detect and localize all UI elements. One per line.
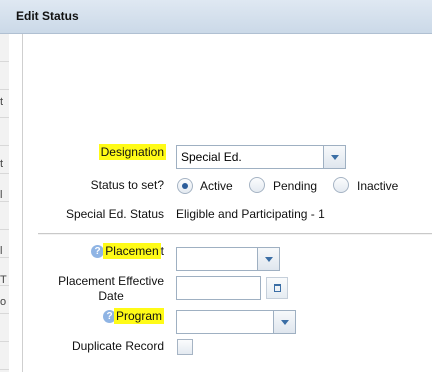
calendar-icon (274, 284, 281, 292)
dropdown-arrow-icon (265, 257, 273, 262)
designation-dropdown-button[interactable] (323, 146, 345, 168)
placement-effective-date-label-line1: Placement Effective (58, 274, 164, 288)
background-text-fragment: l (0, 189, 3, 201)
program-label-text: Program (113, 308, 164, 324)
status-inactive-radio[interactable] (333, 177, 349, 193)
background-text-fragment: l (0, 245, 3, 257)
status-to-set-label: Status to set? (90, 178, 164, 192)
status-pending-label[interactable]: Pending (273, 179, 317, 193)
background-page-strip: t t l l T o (0, 34, 9, 372)
background-text-fragment: o (0, 296, 7, 308)
placement-select[interactable] (176, 247, 280, 271)
status-active-radio[interactable] (177, 178, 193, 194)
duplicate-record-label: Duplicate Record (71, 339, 164, 353)
status-inactive-label[interactable]: Inactive (357, 179, 398, 193)
designation-select[interactable]: Special Ed. (176, 145, 346, 169)
program-label: Program (113, 308, 164, 324)
placement-effective-date-input[interactable] (176, 276, 261, 300)
designation-label: Designation (98, 144, 166, 160)
program-select[interactable] (176, 310, 296, 334)
designation-value: Special Ed. (181, 150, 242, 164)
placement-label-highlight: Placemen (103, 243, 161, 259)
section-divider (38, 233, 432, 235)
designation-label-text: Designation (98, 144, 166, 160)
background-rows (0, 34, 9, 372)
background-text-fragment: t (0, 158, 4, 170)
help-icon[interactable]: ? (91, 245, 104, 258)
placement-effective-date-label: Placement Effective Date (58, 274, 164, 304)
special-ed-status-label: Special Ed. Status (65, 207, 164, 221)
calendar-button[interactable] (266, 277, 288, 299)
placement-label: Placemen t (103, 243, 164, 259)
placement-label-tail: t (160, 244, 164, 258)
duplicate-record-checkbox[interactable] (177, 339, 193, 355)
special-ed-status-value: Eligible and Participating - 1 (176, 207, 325, 221)
placement-dropdown-button[interactable] (257, 248, 279, 270)
background-text-fragment: T (0, 274, 7, 286)
program-dropdown-button[interactable] (273, 311, 295, 333)
placement-effective-date-label-line2: Date (98, 289, 124, 303)
status-active-label[interactable]: Active (200, 179, 233, 193)
dialog-titlebar: Edit Status (0, 0, 432, 34)
dropdown-arrow-icon (281, 320, 289, 325)
dropdown-arrow-icon (331, 155, 339, 160)
status-pending-radio[interactable] (249, 177, 265, 193)
background-text-fragment: t (0, 96, 4, 108)
dialog-title: Edit Status (16, 9, 79, 23)
